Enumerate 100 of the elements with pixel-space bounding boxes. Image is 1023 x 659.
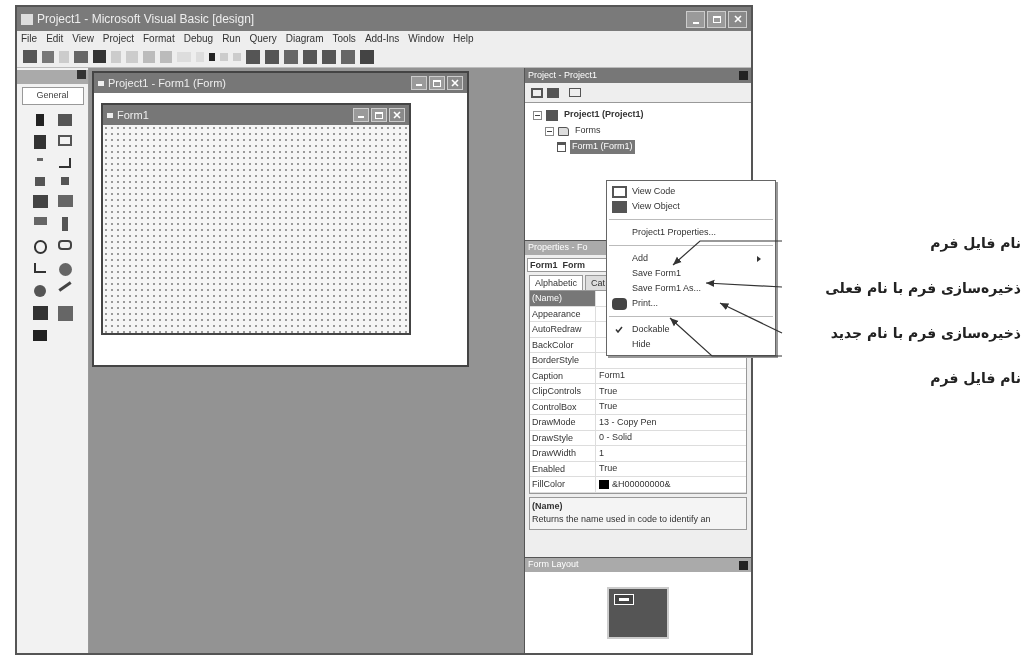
property-name[interactable]: Enabled [530, 461, 596, 476]
tool-icon [58, 113, 72, 126]
menu-item[interactable]: View [72, 31, 94, 46]
menu-item[interactable]: Run [222, 31, 241, 46]
minimize-button[interactable] [353, 108, 369, 122]
tool-icon [62, 216, 68, 231]
tool-icon [34, 284, 46, 297]
menu-item[interactable]: Query [249, 31, 277, 46]
menu-item[interactable]: Add [607, 251, 775, 266]
property-value[interactable]: 13 - Copy Pen [599, 414, 657, 430]
tool-icon [61, 176, 69, 185]
maximize-button[interactable] [429, 76, 445, 90]
tool-icon [58, 239, 72, 250]
tool-icon [58, 134, 72, 146]
menu-item[interactable]: Project1 Properties... [607, 225, 775, 240]
property-name[interactable]: FillColor [530, 477, 596, 492]
menu-item[interactable]: Add-Ins [364, 31, 400, 46]
project-icon [546, 109, 558, 121]
menu-item[interactable]: Format [143, 31, 175, 46]
menu-item[interactable]: Help [452, 31, 474, 46]
menu-label: Hide [632, 337, 651, 351]
window-title: Form1 [117, 107, 149, 123]
annotation-label: نام فایل فرم [930, 369, 1021, 389]
menu-label: Project1 Properties... [632, 225, 717, 239]
toolbox-tab[interactable]: General [21, 87, 84, 105]
maximize-button[interactable] [371, 108, 387, 122]
property-name[interactable]: BackColor [530, 337, 596, 352]
property-value[interactable]: 0 - Solid [599, 430, 633, 446]
submenu-arrow-icon [757, 255, 761, 262]
printer-icon [611, 297, 627, 310]
property-value[interactable]: &H00000000& [612, 476, 671, 492]
close-button[interactable] [447, 76, 463, 90]
menu-item[interactable]: Project [102, 31, 134, 46]
menu-item[interactable]: Window [408, 31, 444, 46]
tool-icon [57, 194, 73, 207]
property-name[interactable]: DrawMode [530, 415, 596, 430]
menu-item[interactable]: Print... [607, 296, 775, 311]
tree-item[interactable]: Form1 (Form1) [570, 140, 635, 154]
tool-icon [37, 157, 43, 161]
menu-item[interactable]: Diagram [285, 31, 324, 46]
window-icon [531, 87, 543, 98]
maximize-button[interactable] [707, 10, 726, 28]
tool-icon [58, 280, 72, 292]
menu-item[interactable]: Edit [46, 31, 64, 46]
property-name[interactable]: BorderStyle [530, 353, 596, 368]
property-name[interactable]: AutoRedraw [530, 322, 596, 337]
app-icon [21, 13, 33, 25]
panel-title: Project - Project1 [528, 68, 598, 82]
tool-icon [34, 134, 46, 149]
folder-icon [569, 88, 581, 97]
description-title: (Name) [532, 499, 564, 513]
annotation-label: ذخیره‌سازی فرم با نام فعلی [825, 279, 1021, 299]
property-value[interactable]: 1 [599, 445, 604, 461]
menu-label: View Code [632, 184, 676, 198]
property-name[interactable]: Caption [530, 368, 596, 383]
minimize-button[interactable] [686, 10, 705, 28]
description-text: Returns the name used in code to identify an [532, 513, 712, 526]
tree-item[interactable]: Forms [573, 124, 603, 138]
menu-item[interactable]: Tools [332, 31, 356, 46]
tool-icon [33, 216, 47, 225]
tool-icon [32, 305, 48, 320]
menu-label: Save Form1 As... [632, 281, 702, 295]
property-value[interactable]: True [599, 383, 618, 399]
menu-label: Dockable [632, 322, 670, 336]
tool-icon [34, 262, 46, 273]
menu-item[interactable]: File [21, 31, 38, 46]
property-value[interactable]: Form1 [599, 368, 625, 384]
close-button[interactable] [739, 560, 748, 570]
panel-title: Form Layout [528, 558, 579, 572]
tool-icon [58, 262, 72, 276]
collapse-toggle-icon[interactable] [545, 126, 554, 136]
menu-item[interactable]: View Object [607, 199, 775, 214]
tool-icon [33, 239, 47, 254]
close-button[interactable] [728, 10, 747, 28]
minimize-button[interactable] [411, 76, 427, 90]
tree-item[interactable]: Project1 (Project1) [562, 108, 646, 122]
annotation-label: نام فایل فرم [930, 234, 1021, 254]
tool-icon [59, 157, 71, 168]
window-icon [98, 80, 104, 86]
folder-icon [558, 126, 569, 136]
properties-tab[interactable]: Alphabetic [529, 275, 584, 290]
property-value[interactable]: True [599, 399, 618, 415]
property-name[interactable]: (Name) [530, 291, 596, 306]
collapse-toggle-icon[interactable] [533, 110, 542, 120]
property-value[interactable]: True [599, 461, 618, 477]
property-name[interactable]: Appearance [530, 306, 596, 321]
window-icon [107, 112, 113, 118]
property-name[interactable]: DrawStyle [530, 430, 596, 445]
property-name[interactable]: ClipControls [530, 384, 596, 399]
menu-item[interactable]: Dockable [607, 322, 775, 337]
annotation-label: ذخیره‌سازی فرم با نام جدید [830, 324, 1021, 344]
form-icon [547, 87, 559, 98]
menu-item[interactable]: Debug [183, 31, 214, 46]
property-name[interactable]: DrawWidth [530, 446, 596, 461]
form-icon [557, 142, 566, 152]
property-name[interactable]: ControlBox [530, 399, 596, 414]
menu-item[interactable]: View Code [607, 184, 775, 199]
close-icon [733, 15, 742, 23]
close-button[interactable] [389, 108, 405, 122]
menu-item[interactable]: Hide [607, 337, 775, 352]
